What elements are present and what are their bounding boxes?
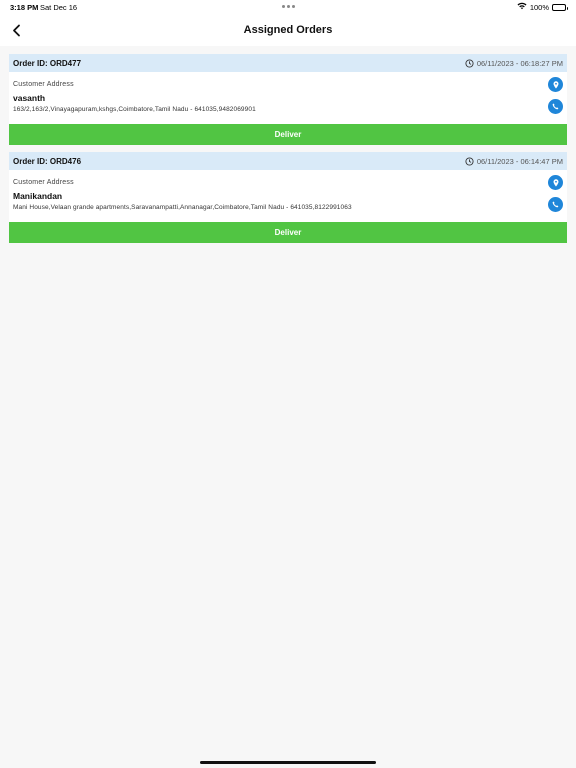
page-title: Assigned Orders [243,24,333,36]
order-body: Customer Address vasanth 163/2,163/2,Vin… [9,72,567,124]
order-timestamp-text: 06/11/2023 - 06:14:47 PM [476,156,563,166]
customer-address: Mani House,Velaan grande apartments,Sara… [13,204,352,211]
phone-icon [552,201,559,208]
deliver-button[interactable]: Deliver [9,222,567,243]
clock-icon [465,58,474,68]
order-card: Order ID: ORD477 06/11/2023 - 06:18:27 P… [9,54,567,145]
order-id: Order ID: ORD477 [13,58,82,68]
location-button[interactable] [548,175,563,190]
order-timestamp: 06/11/2023 - 06:14:47 PM [465,157,563,166]
navigation-bar: Assigned Orders [0,14,576,46]
back-button[interactable] [6,20,26,40]
battery-percent: 100% [529,2,549,12]
order-header: Order ID: ORD476 06/11/2023 - 06:14:47 P… [9,152,567,170]
location-pin-icon [553,178,558,187]
status-bar: 3:18 PM Sat Dec 16 100% [0,0,576,14]
customer-address: 163/2,163/2,Vinayagapuram,kshgs,Coimbato… [13,106,256,113]
call-button[interactable] [548,99,563,114]
phone-icon [552,103,559,110]
clock-icon [465,156,474,166]
wifi-icon [517,2,527,12]
location-button[interactable] [548,77,563,92]
call-button[interactable] [548,197,563,212]
order-timestamp: 06/11/2023 - 06:18:27 PM [465,59,563,68]
order-timestamp-text: 06/11/2023 - 06:18:27 PM [476,58,563,68]
order-body: Customer Address Manikandan Mani House,V… [9,170,567,222]
orders-list: Order ID: ORD477 06/11/2023 - 06:18:27 P… [9,54,567,250]
multitasking-dots-icon[interactable] [282,5,295,8]
customer-address-label: Customer Address [13,81,74,88]
status-date: Sat Dec 16 [40,3,78,12]
deliver-button[interactable]: Deliver [9,124,567,145]
chevron-left-icon [12,24,20,36]
battery-icon [552,3,568,11]
customer-name: Manikandan [13,191,63,201]
home-indicator[interactable] [200,761,376,764]
screen: 3:18 PM Sat Dec 16 100% Assigned Orders [0,0,576,768]
order-id: Order ID: ORD476 [13,156,82,166]
status-indicators: 100% [517,2,568,12]
customer-name: vasanth [13,93,46,103]
order-header: Order ID: ORD477 06/11/2023 - 06:18:27 P… [9,54,567,72]
customer-address-label: Customer Address [13,179,74,186]
status-time: 3:18 PM [10,3,39,12]
order-card: Order ID: ORD476 06/11/2023 - 06:14:47 P… [9,152,567,243]
location-pin-icon [553,80,558,89]
